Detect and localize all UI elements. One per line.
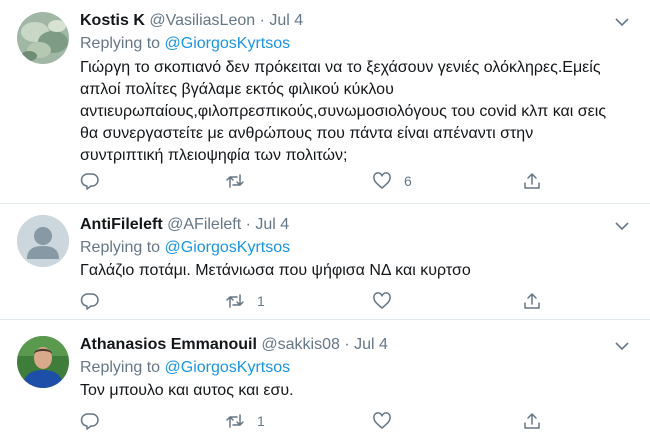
reply-icon xyxy=(80,413,99,430)
tweet-date[interactable]: Jul 4 xyxy=(255,216,289,233)
tweet-actions: 1 xyxy=(80,290,600,312)
tweet-actions: 1 xyxy=(80,410,600,432)
replying-to-label: Replying to xyxy=(80,239,161,256)
tweet-text-line: απλοί πολίτες βγάλαμε εκτός φιλικού κύκλ… xyxy=(80,81,394,98)
tweet-3[interactable]: Athanasios Emmanouil @sakkis08 · Jul 4 R… xyxy=(0,320,650,445)
chevron-down-icon[interactable] xyxy=(614,218,630,234)
tweet-header: Kostis K @VasiliasLeon · Jul 4 xyxy=(80,10,303,32)
tweet-text-line: Τον μπουλο και αυτος και εσυ. xyxy=(80,382,294,399)
share-icon xyxy=(524,293,540,309)
like-icon xyxy=(373,412,391,429)
display-name[interactable]: Kostis K xyxy=(80,12,145,29)
display-name[interactable]: AntiFileleft xyxy=(80,216,163,233)
retweet-count: 1 xyxy=(257,293,265,309)
tweet-header: AntiFileleft @AFileleft · Jul 4 xyxy=(80,214,289,236)
tweet-date[interactable]: Jul 4 xyxy=(269,12,303,29)
replying-to: Replying to @GiorgosKyrtsos xyxy=(80,33,290,55)
replying-to: Replying to @GiorgosKyrtsos xyxy=(80,237,290,259)
reply-icon xyxy=(80,173,99,190)
tweet-text-line: θα συνεργαστείτε με ανθρώπους που πάντα … xyxy=(80,125,534,142)
chevron-down-icon[interactable] xyxy=(614,338,630,354)
like-button[interactable] xyxy=(372,290,404,312)
tweet-date[interactable]: Jul 4 xyxy=(354,336,388,353)
retweet-count: 1 xyxy=(257,413,265,429)
mention-link[interactable]: @GiorgosKyrtsos xyxy=(165,239,291,256)
tweet-text: Γιώργη το σκοπιανό δεν πρόκειται να το ξ… xyxy=(80,57,625,167)
chevron-down-icon[interactable] xyxy=(614,14,630,30)
tweet-text: Τον μπουλο και αυτος και εσυ. xyxy=(80,380,625,402)
tweet-2[interactable]: AntiFileleft @AFileleft · Jul 4 Replying… xyxy=(0,204,650,320)
separator-dot: · xyxy=(259,12,265,29)
tweet-text-line: αντιευρωπαίους,φιλοπρεσπικούς,συνωμοσιολ… xyxy=(80,103,607,120)
like-button[interactable] xyxy=(372,410,404,432)
display-name[interactable]: Athanasios Emmanouil xyxy=(80,336,257,353)
user-handle[interactable]: @sakkis08 xyxy=(261,336,340,353)
mention-link[interactable]: @GiorgosKyrtsos xyxy=(165,35,291,52)
like-button[interactable]: 6 xyxy=(372,170,412,192)
share-button[interactable] xyxy=(522,410,542,432)
separator-dot: · xyxy=(344,336,350,353)
like-count: 6 xyxy=(404,173,412,189)
separator-dot: · xyxy=(245,216,251,233)
reply-button[interactable] xyxy=(80,170,112,192)
default-avatar-icon xyxy=(17,215,69,267)
avatar[interactable] xyxy=(17,12,69,64)
replying-to: Replying to @GiorgosKyrtsos xyxy=(80,357,290,379)
user-handle[interactable]: @AFileleft xyxy=(167,216,241,233)
tweet-actions: 6 xyxy=(80,170,600,192)
retweet-icon xyxy=(226,174,244,188)
avatar[interactable] xyxy=(17,336,69,388)
retweet-icon xyxy=(226,294,244,308)
reply-button[interactable] xyxy=(80,290,112,312)
reply-button[interactable] xyxy=(80,410,112,432)
share-icon xyxy=(524,173,540,189)
tweet-text-line: Γιώργη το σκοπιανό δεν πρόκειται να το ξ… xyxy=(80,59,601,76)
retweet-button[interactable]: 1 xyxy=(225,410,265,432)
retweet-button[interactable] xyxy=(225,170,257,192)
reply-icon xyxy=(80,293,99,310)
tweet-text-line: Γαλάζιο ποτάμι. Μετάνιωσα που ψήφισα ΝΔ … xyxy=(80,262,471,279)
retweet-icon xyxy=(226,414,244,428)
share-button[interactable] xyxy=(522,290,542,312)
like-icon xyxy=(373,292,391,309)
tweet-text-line: συντριπτική πλειοψηφία των πολιτών; xyxy=(80,147,348,164)
share-icon xyxy=(524,413,540,429)
replying-to-label: Replying to xyxy=(80,359,161,376)
mention-link[interactable]: @GiorgosKyrtsos xyxy=(165,359,291,376)
like-icon xyxy=(373,172,391,189)
user-handle[interactable]: @VasiliasLeon xyxy=(149,12,255,29)
tweet-1[interactable]: Kostis K @VasiliasLeon · Jul 4 Replying … xyxy=(0,0,650,204)
retweet-button[interactable]: 1 xyxy=(225,290,265,312)
tweet-text: Γαλάζιο ποτάμι. Μετάνιωσα που ψήφισα ΝΔ … xyxy=(80,260,625,282)
share-button[interactable] xyxy=(522,170,542,192)
avatar[interactable] xyxy=(17,215,69,267)
replying-to-label: Replying to xyxy=(80,35,161,52)
tweet-header: Athanasios Emmanouil @sakkis08 · Jul 4 xyxy=(80,334,388,356)
